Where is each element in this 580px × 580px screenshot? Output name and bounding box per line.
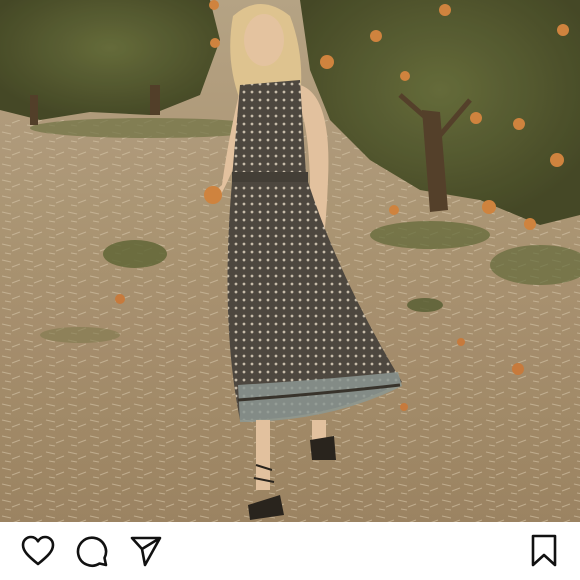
comment-button[interactable] (73, 532, 111, 570)
bookmark-outline-icon (531, 534, 557, 567)
like-button[interactable] (19, 532, 57, 570)
photo-illustration (0, 0, 580, 522)
heart-outline-icon (21, 535, 55, 566)
paper-plane-icon (130, 536, 162, 567)
save-button[interactable] (525, 532, 563, 570)
post-action-bar (0, 522, 580, 580)
post-photo[interactable] (0, 0, 580, 522)
share-button[interactable] (127, 532, 165, 570)
speech-bubble-icon (76, 536, 108, 567)
